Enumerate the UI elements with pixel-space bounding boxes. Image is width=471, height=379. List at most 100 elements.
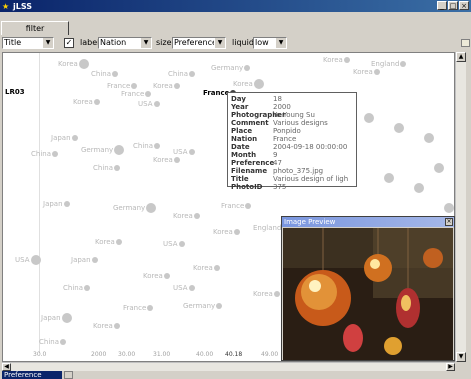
scatter-point[interactable]: China [168,71,195,78]
scatter-point[interactable]: China [91,71,118,78]
liquid-combo[interactable]: low ▼ [253,37,287,49]
scatter-point[interactable]: England [371,61,407,68]
scatter-point[interactable]: Korea [153,83,180,90]
scatter-point-label: France [123,304,147,312]
tooltip-value: France [273,135,297,143]
tooltip-row: Month 9 [231,151,353,159]
scatter-point[interactable]: Korea [213,229,240,236]
scatter-point-label: Korea [233,80,253,88]
scatter-point[interactable]: USA [15,255,41,265]
scatter-point[interactable]: France [107,83,138,90]
scatter-point[interactable]: China [93,165,120,172]
scatter-point[interactable]: Korea [58,59,89,69]
scatter-point-dot[interactable] [433,163,444,173]
scatter-point-label: Korea [173,212,193,220]
scatter-point[interactable]: USA [163,241,185,248]
scroll-down-icon[interactable]: ▼ [456,352,466,362]
scatter-point[interactable]: Korea [233,79,264,89]
tooltip-key: Place [231,127,253,135]
tooltip-value: 47 [273,159,282,167]
sort-combo[interactable]: Preference [2,371,62,379]
scatter-point-dot [245,203,252,209]
scatter-point[interactable]: Germany [211,65,251,72]
scatter-point-dot [114,145,125,155]
scatter-point[interactable]: Korea [193,265,220,272]
horizontal-scrollbar[interactable]: ◀ ▶ [2,362,455,371]
scatter-point[interactable]: France [121,91,152,98]
scatter-point[interactable]: USA [138,101,160,108]
scroll-up-icon[interactable]: ▲ [456,52,466,62]
scatter-point-dot[interactable] [413,183,424,193]
minimize-button[interactable]: _ [437,1,447,10]
scatter-point[interactable]: Germany [113,203,157,213]
scatter-point[interactable]: Korea [253,291,280,298]
scatter-point[interactable]: Korea [73,99,100,106]
scatter-point-dot [253,79,264,89]
tooltip-value: Various designs [273,119,328,127]
scatter-point[interactable]: Korea [323,57,350,64]
scatter-point-label: China [31,150,51,158]
x-tick: 40.00 [196,351,214,358]
scatter-point-label: USA [15,256,30,264]
label-combo[interactable]: Nation ▼ [98,37,152,49]
scatter-point-dot [444,203,454,213]
window-controls: _ □ × [437,1,469,10]
scatter-point[interactable]: Korea [95,239,122,246]
scatter-point-dot [147,305,154,311]
tooltip-row: Filename photo_375.jpg [231,167,353,175]
tab-filter[interactable]: filter [1,21,69,35]
scatter-point[interactable]: China [63,285,90,292]
scatter-point-dot [91,257,98,263]
scatter-point[interactable]: Korea [353,69,380,76]
chevron-down-icon: ▼ [275,38,286,48]
sort-button[interactable] [64,371,73,379]
scatter-point[interactable]: France [123,304,154,312]
photo-image [283,228,453,360]
scatter-point-dot[interactable] [423,133,434,143]
scatter-point-dot[interactable] [443,203,454,213]
tooltip-key: Photographer [231,111,286,119]
close-button[interactable]: × [459,1,469,10]
close-icon[interactable]: × [445,218,453,226]
scatter-point-label: Japan [51,134,71,142]
scatter-point-dot [153,101,160,107]
scatter-point[interactable]: Korea [153,157,180,164]
scatter-point-label: China [133,142,153,150]
scatter-point[interactable]: Japan [71,257,98,264]
scatter-point[interactable]: China [133,143,160,150]
panel-toggle-icon[interactable] [461,39,470,47]
scatter-point[interactable]: Japan [51,135,78,142]
label-checkbox[interactable]: ✓ [64,38,74,48]
scatter-point[interactable]: Korea [93,323,120,330]
scatter-point-dot[interactable] [383,173,394,183]
image-preview-window[interactable]: Image Preview × [281,216,455,361]
maximize-button[interactable]: □ [448,1,458,10]
tooltip-key: Preference [231,159,275,167]
scatter-point[interactable]: Korea [173,213,200,220]
scatter-point[interactable]: USA [173,149,195,156]
scatter-point[interactable]: Germany [183,303,223,310]
scatter-point-label: Korea [253,290,273,298]
scatter-point-dot [178,241,185,247]
size-combo[interactable]: Preference ▼ [172,37,226,49]
image-preview-titlebar: Image Preview × [282,217,454,227]
scatter-point[interactable]: China [39,339,66,346]
vertical-scrollbar[interactable]: ▲ ▼ [455,52,466,362]
title-combo[interactable]: Title ▼ [2,37,54,49]
scroll-right-icon[interactable]: ▶ [446,363,455,371]
scatter-point-dot [193,213,200,219]
scatter-point[interactable]: Korea [143,273,170,280]
scatter-point-dot [394,123,404,133]
scatter-point[interactable]: France [221,203,252,210]
scatter-point[interactable]: Germany [81,145,125,155]
tooltip-row: Day 18 [231,95,353,103]
scroll-left-icon[interactable]: ◀ [2,363,11,371]
tooltip-row: PhotoID 375 [231,183,353,191]
scatter-point-dot [154,143,160,149]
scatter-point[interactable]: USA [173,285,195,292]
scatter-point-dot[interactable] [363,113,374,123]
scatter-point[interactable]: Japan [43,201,70,208]
scatter-point[interactable]: China [31,151,58,158]
scatter-point[interactable]: Japan [41,313,72,323]
scatter-point-dot[interactable] [393,123,404,133]
